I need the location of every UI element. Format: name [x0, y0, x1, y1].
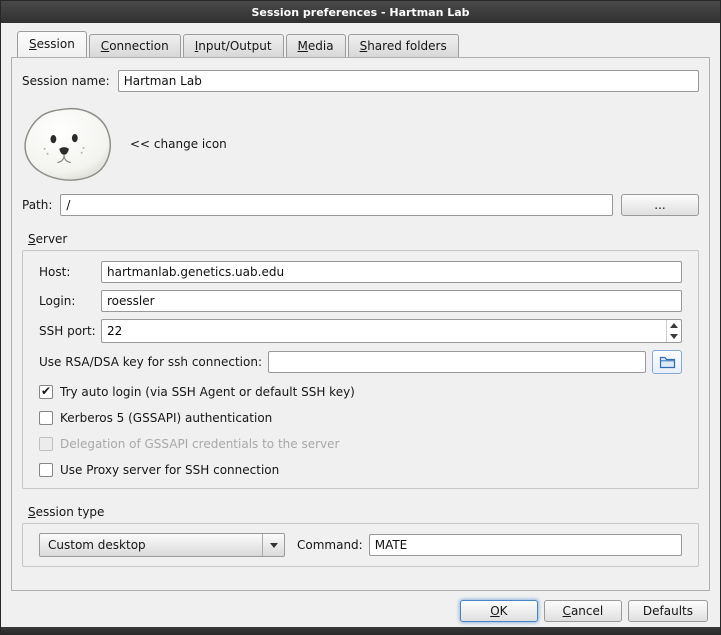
dialog-body: Session Connection Input/Output Media Sh… — [1, 23, 720, 634]
ssh-port-spinner — [101, 319, 682, 343]
path-row: Path: ... — [22, 194, 699, 216]
kerberos-checkbox[interactable]: Kerberos 5 (GSSAPI) authentication — [39, 409, 682, 426]
tab-shared-folders-label: Shared folders — [360, 39, 447, 53]
defaults-button[interactable]: Defaults — [628, 600, 708, 622]
spin-up-icon[interactable] — [667, 320, 681, 331]
host-label: Host: — [39, 265, 101, 279]
change-icon-hint[interactable]: << change icon — [130, 137, 227, 151]
seal-icon[interactable] — [22, 106, 114, 182]
session-tab-panel: Session name: — [11, 57, 710, 591]
spin-buttons — [666, 320, 681, 342]
dialog-footer: OK Cancel Defaults — [11, 591, 710, 622]
checkbox-box — [39, 437, 53, 451]
window-title: Session preferences - Hartman Lab — [251, 6, 469, 19]
tab-connection[interactable]: Connection — [89, 34, 181, 57]
window-bottom-edge — [1, 627, 720, 634]
session-type-dropdown[interactable]: Custom desktop — [39, 533, 285, 557]
auto-login-checkbox[interactable]: Try auto login (via SSH Agent or default… — [39, 383, 682, 400]
checkbox-box — [39, 385, 53, 399]
host-row: Host: — [39, 261, 682, 283]
command-input[interactable] — [369, 534, 682, 556]
rsa-key-input[interactable] — [268, 351, 646, 373]
rsa-key-label: Use RSA/DSA key for ssh connection: — [39, 355, 262, 369]
ok-button[interactable]: OK — [460, 600, 538, 622]
session-icon-row: << change icon — [22, 106, 699, 182]
host-input[interactable] — [101, 261, 682, 283]
server-group-frame: Host: Login: SSH port: — [22, 250, 699, 489]
tab-media-label: Media — [298, 39, 334, 53]
checkbox-box — [39, 411, 53, 425]
session-name-label: Session name: — [22, 74, 110, 88]
tab-session-label: Session — [29, 37, 75, 51]
gssapi-delegation-label: Delegation of GSSAPI credentials to the … — [60, 437, 339, 451]
checkbox-box — [39, 463, 53, 477]
tabbar: Session Connection Input/Output Media Sh… — [17, 31, 710, 57]
session-preferences-dialog: Session preferences - Hartman Lab Sessio… — [0, 0, 721, 635]
ssh-port-input[interactable] — [102, 320, 666, 342]
spin-down-icon[interactable] — [667, 331, 681, 342]
gssapi-delegation-checkbox: Delegation of GSSAPI credentials to the … — [39, 435, 682, 452]
tab-media[interactable]: Media — [286, 34, 346, 57]
tab-connection-label: Connection — [101, 39, 169, 53]
path-input[interactable] — [60, 194, 613, 216]
auto-login-label: Try auto login (via SSH Agent or default… — [60, 385, 355, 399]
session-type-group-title: Session type — [28, 505, 699, 519]
server-group-title: Server — [28, 232, 699, 246]
tab-shared-folders[interactable]: Shared folders — [348, 34, 459, 57]
tab-input-output-label: Input/Output — [195, 39, 272, 53]
titlebar[interactable]: Session preferences - Hartman Lab — [1, 1, 720, 23]
kerberos-label: Kerberos 5 (GSSAPI) authentication — [60, 411, 272, 425]
folder-icon — [659, 355, 676, 369]
server-group: Server Host: Login: SSH port: — [22, 232, 699, 489]
session-type-frame: Custom desktop Command: — [22, 523, 699, 567]
command-label: Command: — [297, 538, 363, 552]
session-type-selected: Custom desktop — [40, 538, 262, 552]
path-browse-button[interactable]: ... — [621, 194, 699, 216]
login-label: Login: — [39, 294, 101, 308]
login-input[interactable] — [101, 290, 682, 312]
session-type-group: Session type Custom desktop Command: — [22, 505, 699, 567]
ssh-port-label: SSH port: — [39, 324, 101, 338]
login-row: Login: — [39, 290, 682, 312]
rsa-key-browse-button[interactable] — [652, 350, 682, 374]
cancel-button[interactable]: Cancel — [544, 600, 622, 622]
proxy-checkbox[interactable]: Use Proxy server for SSH connection — [39, 461, 682, 478]
session-name-row: Session name: — [22, 70, 699, 92]
tab-session[interactable]: Session — [17, 31, 87, 57]
path-label: Path: — [22, 198, 52, 212]
tab-input-output[interactable]: Input/Output — [183, 34, 284, 57]
proxy-label: Use Proxy server for SSH connection — [60, 463, 279, 477]
rsa-key-row: Use RSA/DSA key for ssh connection: — [39, 350, 682, 374]
ssh-port-row: SSH port: — [39, 319, 682, 343]
session-name-input[interactable] — [118, 70, 699, 92]
chevron-down-icon — [262, 534, 284, 556]
